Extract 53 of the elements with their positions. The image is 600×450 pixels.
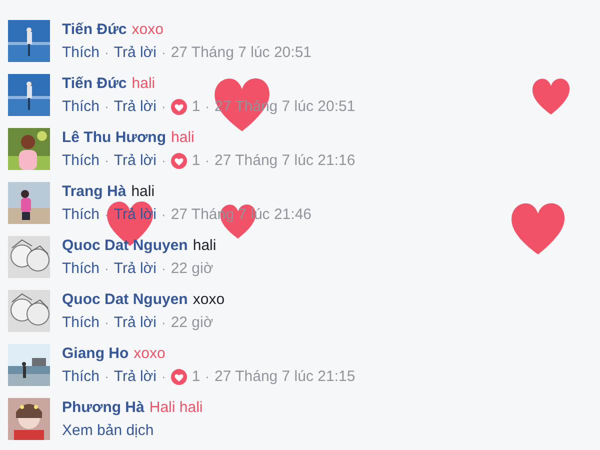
comment-text: Hali hali bbox=[149, 399, 203, 417]
comment-action-link[interactable]: Thích bbox=[62, 44, 100, 62]
author-name[interactable]: Phương Hà bbox=[62, 399, 144, 417]
comment-text: hali bbox=[131, 183, 155, 201]
separator: · bbox=[161, 152, 166, 170]
comment-action-link[interactable]: Trả lời bbox=[114, 368, 156, 386]
separator: · bbox=[104, 260, 109, 278]
separator: · bbox=[104, 98, 109, 116]
author-name[interactable]: Lê Thu Hương bbox=[62, 129, 166, 147]
separator: · bbox=[161, 368, 166, 386]
reaction-count: 1 bbox=[192, 152, 200, 170]
comment-action-link[interactable]: Trả lời bbox=[114, 98, 156, 116]
comment-text: xoxo bbox=[132, 21, 164, 39]
separator: · bbox=[205, 98, 210, 116]
separator: · bbox=[161, 98, 166, 116]
separator: · bbox=[205, 152, 210, 170]
author-name[interactable]: Tiến Đức bbox=[62, 21, 127, 39]
author-name[interactable]: Quoc Dat Nguyen bbox=[62, 291, 188, 309]
separator: · bbox=[104, 314, 109, 332]
author-name[interactable]: Giang Ho bbox=[62, 345, 129, 363]
comment-text: hali bbox=[192, 237, 216, 255]
comment-text: hali bbox=[171, 129, 194, 147]
heart-reaction-icon[interactable] bbox=[170, 369, 187, 385]
comment-action-link[interactable]: Trả lời bbox=[114, 260, 156, 278]
comment-action-link[interactable]: Thích bbox=[62, 368, 100, 386]
comment-action-link[interactable]: Trả lời bbox=[114, 314, 156, 332]
separator: · bbox=[104, 44, 109, 62]
comment-action-link[interactable]: Thích bbox=[62, 98, 100, 116]
separator: · bbox=[104, 206, 109, 224]
separator: · bbox=[205, 368, 210, 386]
separator: · bbox=[104, 152, 109, 170]
separator: · bbox=[161, 260, 166, 278]
separator: · bbox=[104, 368, 109, 386]
separator: · bbox=[161, 314, 166, 332]
comment-action-link[interactable]: Thích bbox=[62, 314, 100, 332]
reaction-count: 1 bbox=[192, 98, 200, 116]
comment-text: xoxo bbox=[192, 291, 225, 309]
author-name[interactable]: Quoc Dat Nguyen bbox=[62, 237, 188, 255]
separator: · bbox=[161, 206, 166, 224]
comment-text: hali bbox=[132, 75, 156, 93]
comment-action-link[interactable]: Thích bbox=[62, 152, 100, 170]
heart-reaction-icon[interactable] bbox=[170, 153, 187, 169]
comment-text: xoxo bbox=[134, 345, 166, 363]
reaction-count: 1 bbox=[192, 368, 200, 386]
comment-action-link[interactable]: Xem bản dịch bbox=[62, 422, 154, 440]
heart-reaction-icon[interactable] bbox=[170, 99, 187, 115]
author-name[interactable]: Tiến Đức bbox=[62, 75, 127, 93]
author-name[interactable]: Trang Hà bbox=[62, 183, 126, 201]
comment-action-link[interactable]: Trả lời bbox=[114, 44, 156, 62]
comment-action-link[interactable]: Thích bbox=[62, 206, 100, 224]
comment-action-link[interactable]: Thích bbox=[62, 260, 100, 278]
comment-action-link[interactable]: Trả lời bbox=[114, 152, 156, 170]
separator: · bbox=[161, 44, 166, 62]
